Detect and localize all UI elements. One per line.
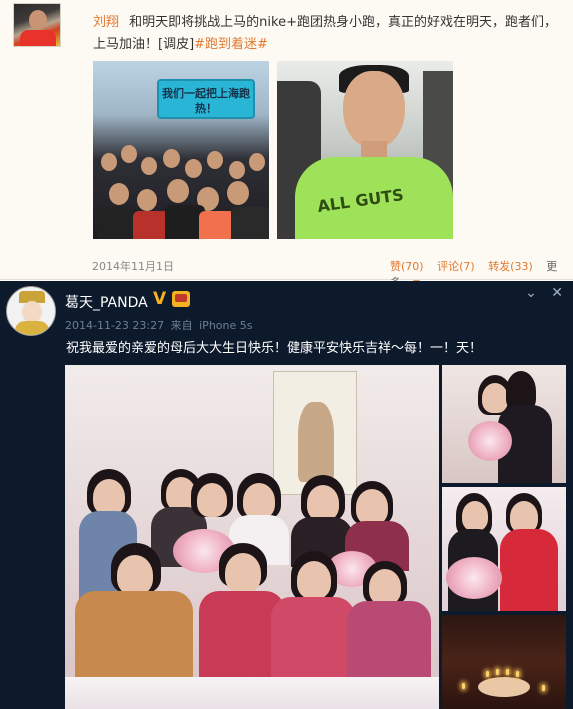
hashtag-link[interactable]: #跑到着迷# [194, 37, 268, 52]
person-face [225, 553, 261, 593]
flower-bouquet [468, 421, 512, 461]
crowd-person [227, 181, 249, 205]
person-face [369, 569, 401, 605]
birthday-cake [478, 677, 530, 697]
like-button[interactable]: 赞(70) [390, 260, 424, 273]
post-image-side-2[interactable] [442, 487, 566, 611]
person-face [93, 479, 125, 515]
avatar-shirt [20, 30, 56, 46]
post-body: 和明天即将挑战上马的nike+跑团热身小跑，真正的好戏在明天，跑者们，上马加油！… [93, 15, 557, 52]
avatar-face [22, 301, 42, 323]
crowd-shirt [97, 207, 137, 239]
weibo-post-getian: 葛天_PANDA V ⌄ ✕ 2014-11-23 23:27 来自 iPhon… [0, 281, 573, 709]
crowd-person [137, 189, 157, 211]
avatar-face [29, 10, 47, 30]
candle [486, 671, 489, 677]
candle [542, 685, 545, 691]
person-face [297, 561, 331, 599]
selfie-face [343, 71, 405, 149]
crowd-person [141, 157, 157, 175]
verified-v-icon[interactable]: V [153, 289, 166, 309]
crowd-person [185, 159, 202, 178]
post-source[interactable]: iPhone 5s [199, 319, 252, 332]
crowd-person [121, 145, 137, 163]
person-face [462, 501, 488, 531]
person-face [243, 483, 275, 519]
crowd-person [167, 179, 189, 203]
avatar-robe [15, 321, 49, 335]
post-text: 刘翔 和明天即将挑战上马的nike+跑团热身小跑，真正的好戏在明天，跑者们，上马… [93, 12, 563, 56]
person-face [117, 555, 153, 595]
person-dress [75, 591, 193, 681]
flower-bouquet [446, 557, 502, 599]
painting-figure [298, 402, 334, 482]
crowd-person [163, 149, 180, 168]
crowd-person [101, 153, 117, 171]
post-body: 祝我最爱的亲爱的母后大大生日快乐！健康平安快乐吉祥～每！一！天！ [66, 341, 483, 356]
crowd-person [229, 161, 245, 179]
image-banner-text: 我们一起把上海跑热！ [157, 79, 255, 119]
person-face [356, 489, 388, 525]
crowd-person [207, 151, 223, 169]
crowd-shirt [133, 211, 169, 239]
post-image-selfie[interactable]: ALL GUTS [277, 61, 453, 239]
post-image-side-1[interactable] [442, 365, 566, 483]
author-avatar[interactable] [13, 3, 61, 47]
candle [462, 683, 465, 689]
weibo-post-liuxiang: 刘翔 和明天即将挑战上马的nike+跑团热身小跑，真正的好戏在明天，跑者们，上马… [0, 0, 573, 289]
post-image-group[interactable] [65, 365, 439, 709]
comment-button[interactable]: 评论(7) [437, 260, 475, 273]
close-icon[interactable]: ✕ [551, 285, 563, 301]
crowd-person [249, 153, 265, 171]
source-prefix: 来自 [170, 319, 193, 332]
person-face [197, 483, 227, 517]
chevron-down-icon[interactable]: ⌄ [525, 285, 537, 301]
table-edge [65, 677, 439, 709]
person-dress [271, 597, 355, 681]
post-timestamp[interactable]: 2014-11-23 23:27 [65, 319, 164, 332]
person-dress [500, 529, 558, 611]
person-dress [347, 601, 431, 681]
candle [516, 671, 519, 677]
post-controls: ⌄ ✕ [515, 285, 563, 301]
post-image-crowd[interactable]: 我们一起把上海跑热！ [93, 61, 269, 239]
repost-button[interactable]: 转发(33) [488, 260, 533, 273]
crowd-person [109, 183, 129, 205]
candle [496, 669, 499, 675]
candle [506, 669, 509, 675]
person-face [482, 383, 508, 413]
author-name-link[interactable]: 葛天_PANDA [65, 292, 148, 312]
person-face [307, 485, 339, 521]
post-meta: 2014-11-23 23:27 来自 iPhone 5s [65, 317, 255, 333]
author-avatar[interactable] [6, 286, 56, 336]
crown-badge-icon[interactable] [172, 291, 190, 307]
author-name-link[interactable]: 刘翔 [93, 15, 119, 30]
crowd-shirt [199, 211, 235, 239]
post-date[interactable]: 2014年11月1日 [92, 258, 174, 274]
post-image-side-3[interactable] [442, 615, 566, 709]
crowd-shirt [231, 207, 269, 239]
